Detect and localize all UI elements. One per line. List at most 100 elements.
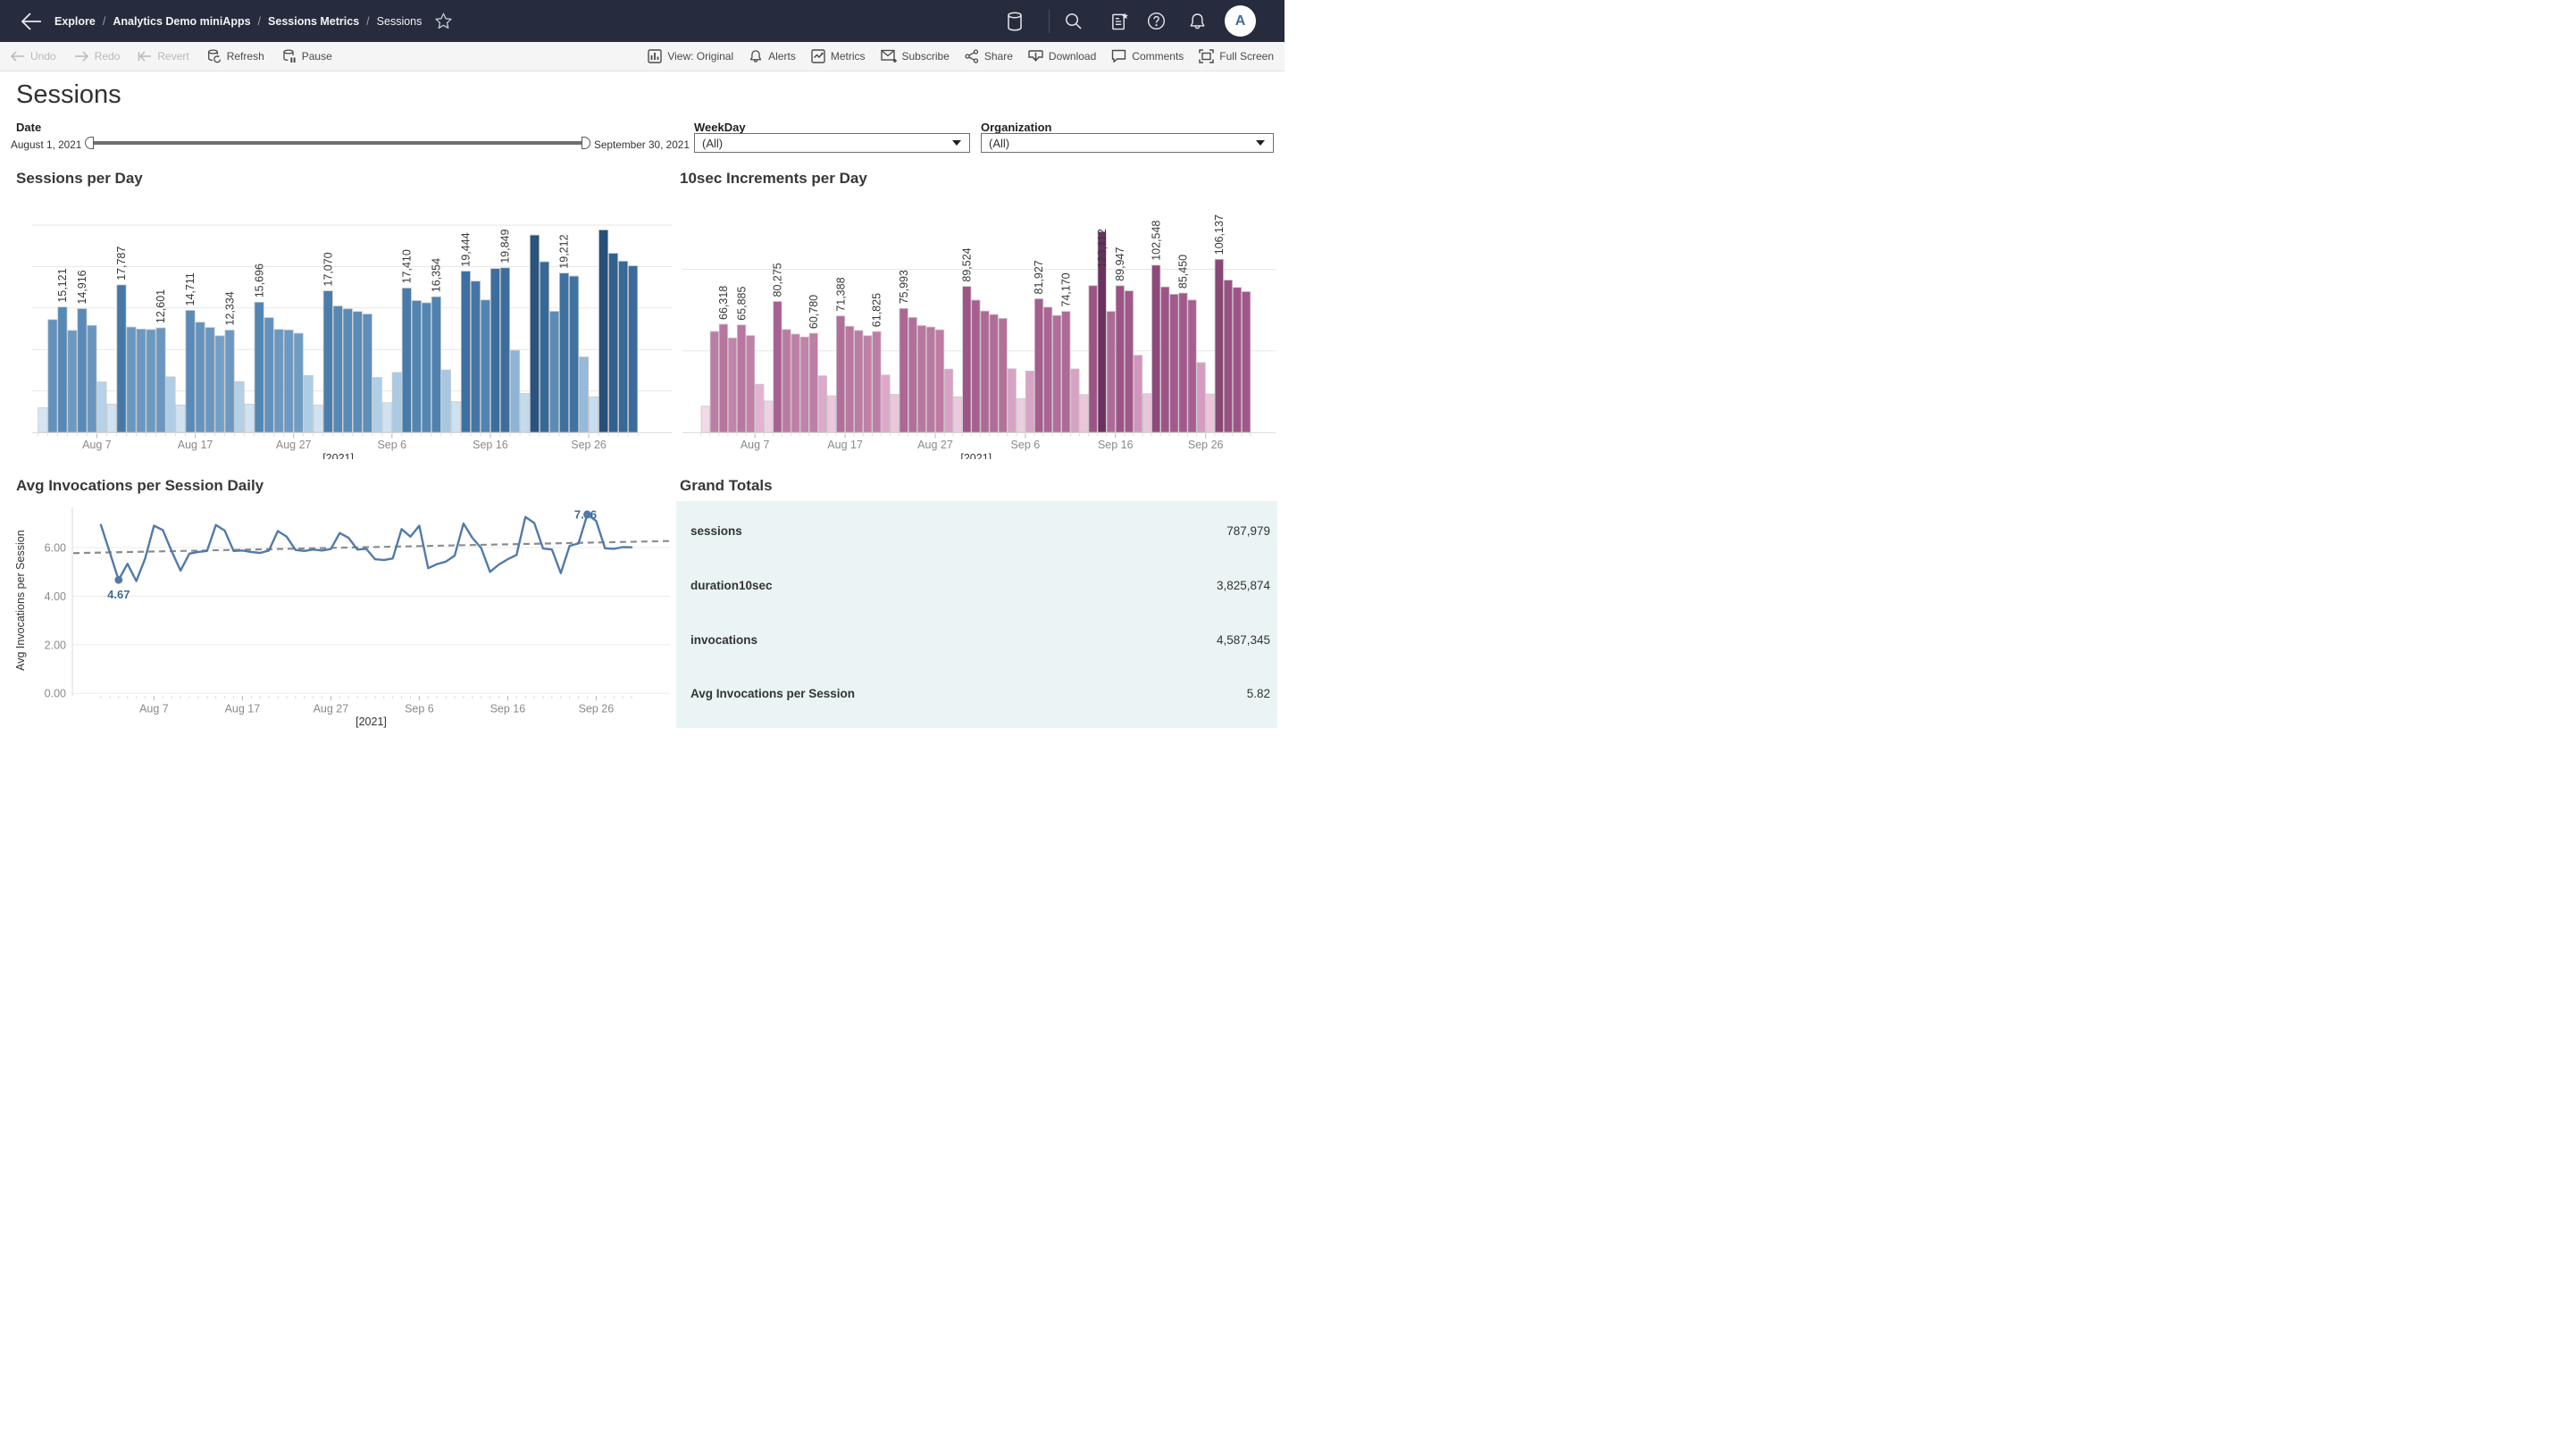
bar-sessions_per_day-32[interactable] — [353, 312, 362, 432]
bar-sessions_per_day-26[interactable] — [294, 333, 303, 432]
view-button[interactable]: View: Original — [648, 49, 733, 63]
date-slider-handle-end[interactable] — [582, 137, 590, 150]
bar-increments_per_day-18[interactable] — [864, 336, 872, 432]
bar-increments_per_day-46[interactable] — [1116, 286, 1124, 432]
organization-filter-dropdown[interactable]: (All) — [981, 133, 1274, 153]
bar-sessions_per_day-7[interactable] — [107, 404, 116, 432]
bar-increments_per_day-35[interactable] — [1017, 398, 1025, 432]
bar-increments_per_day-25[interactable] — [926, 327, 934, 432]
bar-increments_per_day-51[interactable] — [1161, 287, 1169, 432]
bar-sessions_per_day-49[interactable] — [520, 393, 529, 432]
fullscreen-button[interactable]: Full Screen — [1199, 49, 1274, 63]
bar-sessions_per_day-15[interactable] — [186, 310, 195, 432]
bar-sessions_per_day-29[interactable] — [323, 291, 332, 432]
pause-button[interactable]: Pause — [282, 49, 332, 63]
bar-sessions_per_day-56[interactable] — [589, 397, 598, 432]
bar-increments_per_day-36[interactable] — [1025, 371, 1033, 432]
bar-increments_per_day-23[interactable] — [908, 317, 916, 432]
help-button[interactable] — [1146, 12, 1166, 31]
bar-increments_per_day-43[interactable] — [1089, 286, 1097, 432]
user-avatar[interactable]: A — [1225, 5, 1256, 37]
bar-increments_per_day-24[interactable] — [917, 325, 925, 432]
bar-sessions_per_day-36[interactable] — [392, 372, 401, 432]
bar-increments_per_day-14[interactable] — [827, 396, 835, 432]
redo-button[interactable]: Redo — [74, 50, 121, 63]
bar-sessions_per_day-30[interactable] — [333, 306, 342, 432]
bar-increments_per_day-7[interactable] — [765, 401, 773, 432]
bar-increments_per_day-12[interactable] — [809, 333, 817, 432]
bar-increments_per_day-6[interactable] — [756, 384, 764, 432]
bar-sessions_per_day-39[interactable] — [422, 303, 431, 432]
bar-increments_per_day-38[interactable] — [1043, 307, 1051, 432]
bar-increments_per_day-1[interactable] — [710, 331, 718, 432]
bar-sessions_per_day-55[interactable] — [579, 357, 588, 432]
bar-sessions_per_day-27[interactable] — [304, 375, 313, 432]
bar-sessions_per_day-60[interactable] — [628, 266, 637, 432]
notifications-button[interactable] — [1187, 12, 1207, 31]
date-slider-track[interactable] — [94, 141, 582, 145]
bar-increments_per_day-54[interactable] — [1188, 300, 1196, 432]
date-slider-handle-start[interactable] — [85, 137, 94, 150]
line-marker-dot[interactable] — [583, 511, 591, 519]
bar-increments_per_day-41[interactable] — [1071, 369, 1079, 432]
bar-sessions_per_day-11[interactable] — [146, 330, 155, 432]
bar-sessions_per_day-28[interactable] — [314, 405, 322, 432]
sessions-per-day-chart[interactable]: 15,12114,91617,78712,60114,71112,33415,6… — [0, 192, 679, 459]
bar-sessions_per_day-41[interactable] — [441, 370, 450, 432]
breadcrumb-project[interactable]: Analytics Demo miniApps — [113, 15, 250, 28]
bar-sessions_per_day-23[interactable] — [264, 318, 273, 432]
bar-increments_per_day-37[interactable] — [1034, 298, 1042, 432]
bar-increments_per_day-52[interactable] — [1170, 294, 1178, 432]
bar-sessions_per_day-31[interactable] — [343, 309, 352, 432]
bar-sessions_per_day-59[interactable] — [618, 261, 627, 432]
bar-increments_per_day-10[interactable] — [791, 334, 799, 432]
bar-increments_per_day-42[interactable] — [1080, 395, 1088, 432]
share-button[interactable]: Share — [965, 49, 1013, 63]
bar-sessions_per_day-25[interactable] — [284, 330, 293, 432]
bar-sessions_per_day-2[interactable] — [58, 307, 67, 432]
whats-new-button[interactable] — [1109, 12, 1129, 31]
bar-increments_per_day-57[interactable] — [1215, 259, 1223, 432]
bar-sessions_per_day-19[interactable] — [225, 331, 234, 432]
data-source-button[interactable] — [1005, 12, 1025, 31]
bar-increments_per_day-20[interactable] — [882, 375, 890, 432]
bar-sessions_per_day-9[interactable] — [127, 327, 136, 432]
bar-sessions_per_day-13[interactable] — [166, 377, 175, 432]
bar-sessions_per_day-54[interactable] — [569, 276, 578, 432]
bar-sessions_per_day-8[interactable] — [117, 285, 126, 432]
bar-increments_per_day-45[interactable] — [1107, 312, 1115, 432]
bar-sessions_per_day-17[interactable] — [205, 328, 214, 432]
bar-sessions_per_day-46[interactable] — [490, 269, 499, 432]
breadcrumb-workbook[interactable]: Sessions Metrics — [268, 15, 359, 28]
bar-sessions_per_day-50[interactable] — [530, 235, 539, 432]
bar-increments_per_day-11[interactable] — [800, 337, 808, 432]
bar-increments_per_day-47[interactable] — [1125, 291, 1133, 432]
bar-increments_per_day-21[interactable] — [891, 394, 899, 432]
bar-increments_per_day-0[interactable] — [701, 406, 709, 432]
metrics-button[interactable]: Metrics — [811, 49, 866, 63]
bar-sessions_per_day-38[interactable] — [412, 301, 421, 432]
bar-sessions_per_day-48[interactable] — [510, 350, 519, 432]
bar-increments_per_day-34[interactable] — [1008, 369, 1016, 432]
bar-sessions_per_day-51[interactable] — [540, 262, 548, 432]
search-button[interactable] — [1063, 12, 1083, 31]
comments-button[interactable]: Comments — [1111, 49, 1184, 63]
bar-sessions_per_day-53[interactable] — [559, 273, 568, 432]
bar-increments_per_day-55[interactable] — [1197, 363, 1205, 432]
bar-increments_per_day-4[interactable] — [737, 325, 745, 432]
bar-increments_per_day-27[interactable] — [944, 369, 952, 432]
alerts-button[interactable]: Alerts — [749, 49, 796, 63]
bar-increments_per_day-32[interactable] — [990, 314, 998, 432]
bar-sessions_per_day-5[interactable] — [88, 325, 96, 432]
bar-increments_per_day-33[interactable] — [999, 318, 1007, 432]
bar-sessions_per_day-43[interactable] — [461, 272, 470, 432]
bar-sessions_per_day-57[interactable] — [598, 230, 607, 432]
bar-sessions_per_day-45[interactable] — [481, 300, 490, 432]
bar-sessions_per_day-6[interactable] — [97, 382, 106, 432]
bar-sessions_per_day-52[interactable] — [549, 312, 558, 432]
bar-increments_per_day-29[interactable] — [963, 287, 971, 432]
back-button[interactable] — [18, 9, 45, 34]
refresh-button[interactable]: Refresh — [207, 49, 264, 63]
bar-increments_per_day-5[interactable] — [746, 336, 754, 432]
bar-increments_per_day-19[interactable] — [873, 331, 881, 432]
